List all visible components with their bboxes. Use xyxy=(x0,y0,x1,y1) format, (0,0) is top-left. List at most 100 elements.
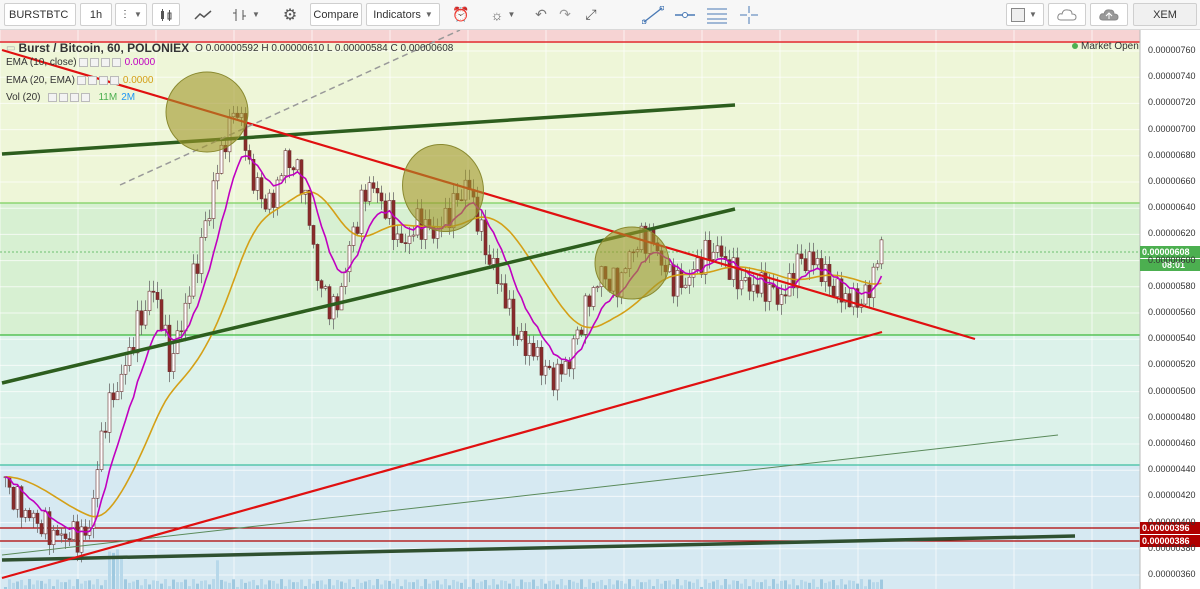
candle xyxy=(99,430,104,470)
fullscreen-icon: ⤢ xyxy=(585,6,597,22)
close-icon[interactable] xyxy=(111,58,121,67)
price-axis-tick: 0.00000500 xyxy=(1148,385,1196,396)
status-dot-icon xyxy=(1072,43,1078,49)
candle xyxy=(291,167,296,171)
volume-bar xyxy=(780,580,783,589)
eye-icon[interactable] xyxy=(48,93,58,102)
trendline-tool-button[interactable] xyxy=(638,3,668,26)
ema20-value: 0.0000 xyxy=(122,75,154,86)
volume-bar xyxy=(32,584,35,589)
volume-bar xyxy=(872,582,875,589)
zone-mid xyxy=(0,203,1140,335)
volume-bar xyxy=(520,579,523,589)
chart-canvas[interactable] xyxy=(0,30,1200,589)
candle xyxy=(43,511,48,535)
redo-button[interactable]: ↷ xyxy=(554,3,576,26)
compare-button[interactable]: Compare xyxy=(310,3,362,26)
ideas-button[interactable]: ☼ ▼ xyxy=(480,3,526,26)
volume-bar xyxy=(416,579,419,589)
candle xyxy=(167,324,172,372)
volume-bar xyxy=(472,579,475,589)
candle xyxy=(511,298,516,336)
eye-icon[interactable] xyxy=(78,58,88,67)
candle xyxy=(59,533,64,536)
candle xyxy=(63,533,68,539)
volume-bar xyxy=(84,580,87,589)
candle xyxy=(847,293,852,308)
candle xyxy=(823,264,828,282)
candle xyxy=(75,521,80,553)
price-axis-tick: 0.00000440 xyxy=(1148,464,1196,475)
settings-icon[interactable] xyxy=(87,76,97,85)
legend-main: ▭ Burst / Bitcoin, 60, POLONIEX O 0.0000… xyxy=(6,41,453,55)
cloud-load-button[interactable] xyxy=(1048,3,1086,26)
undo-button[interactable]: ↶ xyxy=(530,3,552,26)
candle xyxy=(735,257,740,290)
add-icon[interactable] xyxy=(100,58,110,67)
candle xyxy=(403,242,408,244)
volume-bar xyxy=(264,584,267,589)
volume-bar xyxy=(744,579,747,589)
symbol-search-input[interactable]: BURSTBTC xyxy=(4,3,76,26)
candle xyxy=(135,310,140,354)
right-symbol-tab[interactable]: XEM xyxy=(1133,3,1197,26)
candle xyxy=(203,220,208,238)
chart-area[interactable]: ▭ Burst / Bitcoin, 60, POLONIEX O 0.0000… xyxy=(0,30,1200,589)
volume-bar xyxy=(620,580,623,589)
series-title: Burst / Bitcoin, 60, POLONIEX xyxy=(18,41,190,55)
volume-bar xyxy=(384,580,387,589)
close-icon[interactable] xyxy=(81,93,91,102)
candle xyxy=(379,192,384,202)
crosshair-tool-button[interactable] xyxy=(734,3,764,26)
volume-bar xyxy=(460,582,463,589)
volume-bar xyxy=(196,583,199,589)
candle xyxy=(783,294,788,297)
fullscreen-button[interactable]: ⤢ xyxy=(578,3,604,26)
volume-bar xyxy=(676,579,679,589)
settings-button[interactable]: ⚙ xyxy=(276,3,304,26)
fib-tool-button[interactable] xyxy=(702,3,732,26)
volume-bar xyxy=(368,579,371,589)
volume-bar xyxy=(312,583,315,589)
more-intervals-button[interactable]: ⋮ ▼ xyxy=(115,3,147,26)
candle xyxy=(39,523,44,535)
candle xyxy=(551,367,556,391)
alert-button[interactable]: ⏰ xyxy=(446,3,476,26)
candle xyxy=(583,295,588,335)
candle xyxy=(15,486,20,510)
candle xyxy=(391,200,396,240)
candle xyxy=(119,373,124,392)
interval-button[interactable]: 1h xyxy=(80,3,112,26)
candle xyxy=(327,286,332,320)
eye-icon[interactable] xyxy=(76,76,86,85)
indicators-button[interactable]: Indicators ▼ xyxy=(366,3,440,26)
volume-bar xyxy=(656,579,659,589)
square-icon xyxy=(1011,7,1025,22)
settings-icon[interactable] xyxy=(89,58,99,67)
candle xyxy=(267,192,272,210)
volume-bar xyxy=(440,584,443,589)
volume-bar xyxy=(56,579,59,589)
layout-select[interactable]: ▼ xyxy=(1006,3,1044,26)
volume-bar xyxy=(148,584,151,589)
right-symbol-text: XEM xyxy=(1153,8,1177,21)
chevron-down-icon: ▼ xyxy=(507,10,516,19)
volume-bar xyxy=(624,583,627,589)
add-icon[interactable] xyxy=(70,93,80,102)
volume-bar xyxy=(540,579,543,589)
volume-bar xyxy=(756,582,759,589)
volume-bar xyxy=(68,579,71,589)
horizontal-line-tool-button[interactable] xyxy=(670,3,700,26)
settings-icon[interactable] xyxy=(59,93,69,102)
candle xyxy=(711,251,716,260)
close-icon[interactable] xyxy=(109,76,119,85)
alarm-clock-icon: ⏰ xyxy=(452,6,470,22)
bars-type-button[interactable]: ▼ xyxy=(222,3,270,26)
candles-button[interactable] xyxy=(152,3,180,26)
volume-bar xyxy=(36,580,39,589)
candle xyxy=(523,330,528,356)
cloud-save-button[interactable] xyxy=(1090,3,1128,26)
add-icon[interactable] xyxy=(98,76,108,85)
candle xyxy=(503,283,508,309)
line-chart-button[interactable] xyxy=(186,3,220,26)
